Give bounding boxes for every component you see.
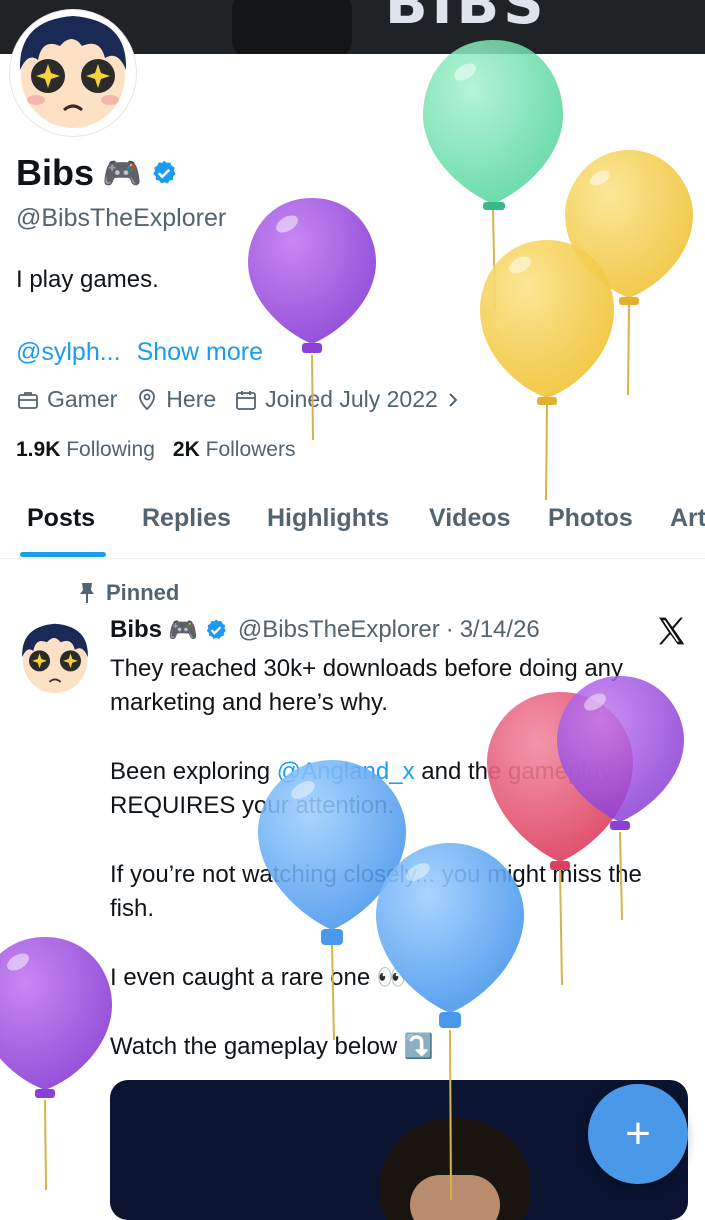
tab-replies[interactable]: Replies	[142, 504, 231, 533]
pin-icon	[80, 583, 94, 603]
verified-badge-icon[interactable]	[150, 159, 178, 187]
followers-stat[interactable]: 2K Followers	[173, 438, 296, 462]
banner-logo: BIBS	[385, 0, 548, 37]
bio-mention-link[interactable]: @sylph...	[16, 338, 121, 367]
profile-meta: Gamer Here Joined July 2022	[16, 386, 461, 413]
tab-highlights[interactable]: Highlights	[267, 504, 389, 533]
profile-avatar[interactable]	[10, 10, 136, 136]
verified-badge-icon[interactable]	[204, 618, 228, 642]
show-more-link[interactable]: Show more	[137, 338, 263, 367]
post-separator: ·	[445, 616, 454, 643]
gamepad-icon: 🎮	[102, 154, 142, 192]
follow-stats: 1.9K Following 2K Followers	[16, 438, 295, 462]
avatar-face-icon	[22, 623, 88, 694]
balloon-purple	[0, 937, 112, 1191]
tab-art[interactable]: Art	[670, 504, 705, 533]
post-paragraph: Watch the gameplay below ⤵️	[110, 1033, 434, 1060]
post-paragraph: If you’re not watching closely... you mi…	[110, 861, 642, 922]
post-paragraph: I even caught a rare one 👀	[110, 964, 407, 991]
post-author-name[interactable]: Bibs	[110, 616, 162, 644]
meta-category: Gamer	[16, 386, 117, 413]
banner-person	[232, 0, 352, 54]
tab-posts[interactable]: Posts	[27, 504, 95, 533]
meta-location: Here	[135, 386, 216, 413]
balloon-green	[423, 40, 563, 311]
profile-name: Bibs	[16, 152, 95, 193]
post-mention-link[interactable]: @Angland_x	[277, 758, 415, 785]
balloon-yellow	[565, 150, 693, 396]
profile-handle: @BibsTheExplorer	[16, 204, 227, 232]
video-person-face	[410, 1175, 500, 1220]
profile-tabs: Posts Replies Highlights Videos Photos A…	[0, 500, 705, 559]
avatar-face-icon	[19, 16, 127, 128]
following-stat[interactable]: 1.9K Following	[16, 438, 155, 462]
x-logo-icon[interactable]	[655, 615, 687, 647]
compose-post-button[interactable]: +	[588, 1084, 688, 1184]
meta-joined[interactable]: Joined July 2022	[234, 386, 461, 413]
post-author-avatar[interactable]	[16, 620, 94, 698]
post-date[interactable]: 3/14/26	[460, 616, 540, 644]
post-header: Bibs 🎮 @BibsTheExplorer · 3/14/26	[110, 616, 540, 644]
bio-links: @sylph... Show more	[16, 338, 263, 367]
gamepad-icon: 🎮	[168, 616, 198, 644]
active-tab-indicator	[20, 552, 106, 557]
location-pin-icon	[139, 388, 156, 410]
post-author-handle[interactable]: @BibsTheExplorer	[238, 616, 440, 644]
post-paragraph: Been exploring @Angland_x and the gamepl…	[110, 758, 613, 819]
post-paragraph: They reached 30k+ downloads before doing…	[110, 655, 624, 716]
post-text: They reached 30k+ downloads before doing…	[110, 652, 690, 1099]
profile-name-row: Bibs 🎮	[16, 152, 178, 194]
pinned-indicator: Pinned	[78, 580, 179, 606]
profile-bio: I play games.	[16, 266, 159, 293]
chevron-right-icon	[449, 392, 458, 407]
tab-photos[interactable]: Photos	[548, 504, 633, 533]
calendar-icon	[236, 390, 257, 410]
tab-videos[interactable]: Videos	[429, 504, 511, 533]
briefcase-icon	[18, 391, 38, 409]
balloon-yellow	[480, 240, 614, 501]
